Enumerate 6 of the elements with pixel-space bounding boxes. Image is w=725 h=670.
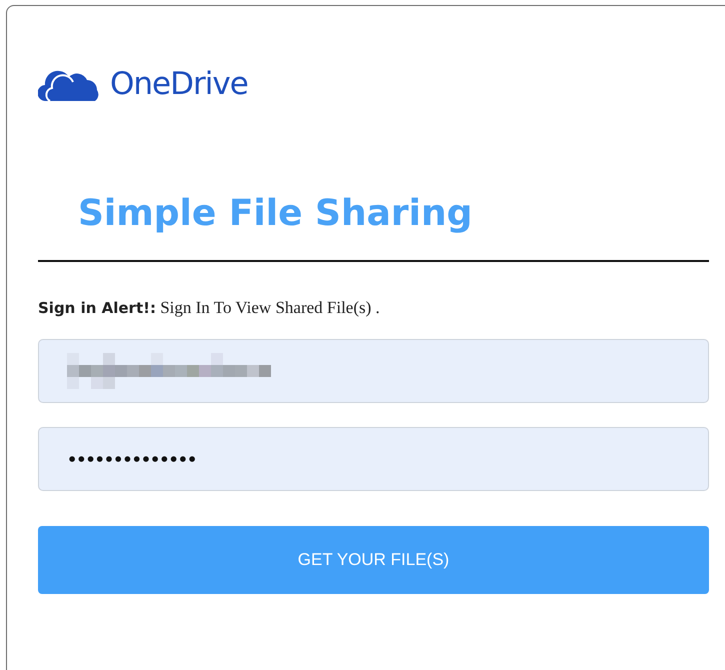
logo-text: OneDrive [110, 66, 248, 102]
password-field[interactable]: •••••••••••••• [38, 427, 709, 491]
email-field[interactable] [38, 339, 709, 403]
alert-message: Sign in Alert!: Sign In To View Shared File(s) . [38, 298, 381, 318]
password-dots: •••••••••••••• [67, 450, 196, 468]
page-title: Simple File Sharing [78, 193, 474, 234]
